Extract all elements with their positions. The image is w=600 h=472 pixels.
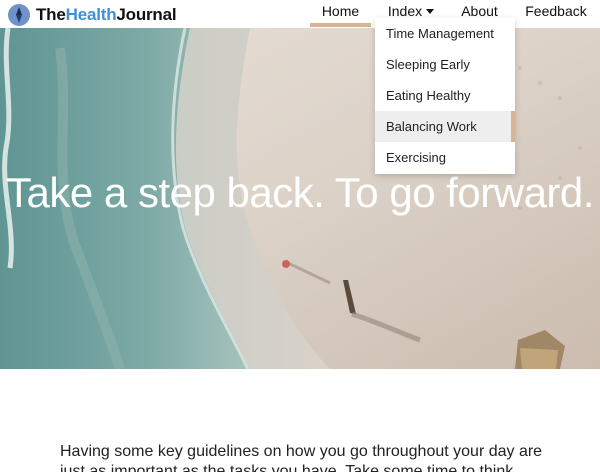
dropdown-item-eating-healthy[interactable]: Eating Healthy [375,80,515,111]
dropdown-item-balancing-work[interactable]: Balancing Work [375,111,515,142]
dropdown-item-exercising[interactable]: Exercising [375,142,515,173]
nav-home[interactable]: Home [310,0,371,27]
nav-feedback[interactable]: Feedback [515,0,597,27]
caret-down-icon [426,8,435,14]
brand-name: TheHealthJournal [36,5,177,25]
brand[interactable]: TheHealthJournal [8,3,177,27]
compass-logo-icon [8,4,30,26]
hero-title: Take a step back. To go forward. [6,169,594,216]
dropdown-item-time-management[interactable]: Time Management [375,18,515,49]
index-dropdown-menu: Time Management Sleeping Early Eating He… [375,18,515,174]
intro-paragraph: Having some key guidelines on how you go… [60,443,543,472]
nav-index-label: Index [387,3,423,19]
main-content: Having some key guidelines on how you go… [0,369,600,472]
brand-name-part-journal: Journal [116,5,177,24]
brand-name-part-the: The [36,5,66,24]
dropdown-item-sleeping-early[interactable]: Sleeping Early [375,49,515,80]
brand-name-part-health: Health [65,5,117,24]
